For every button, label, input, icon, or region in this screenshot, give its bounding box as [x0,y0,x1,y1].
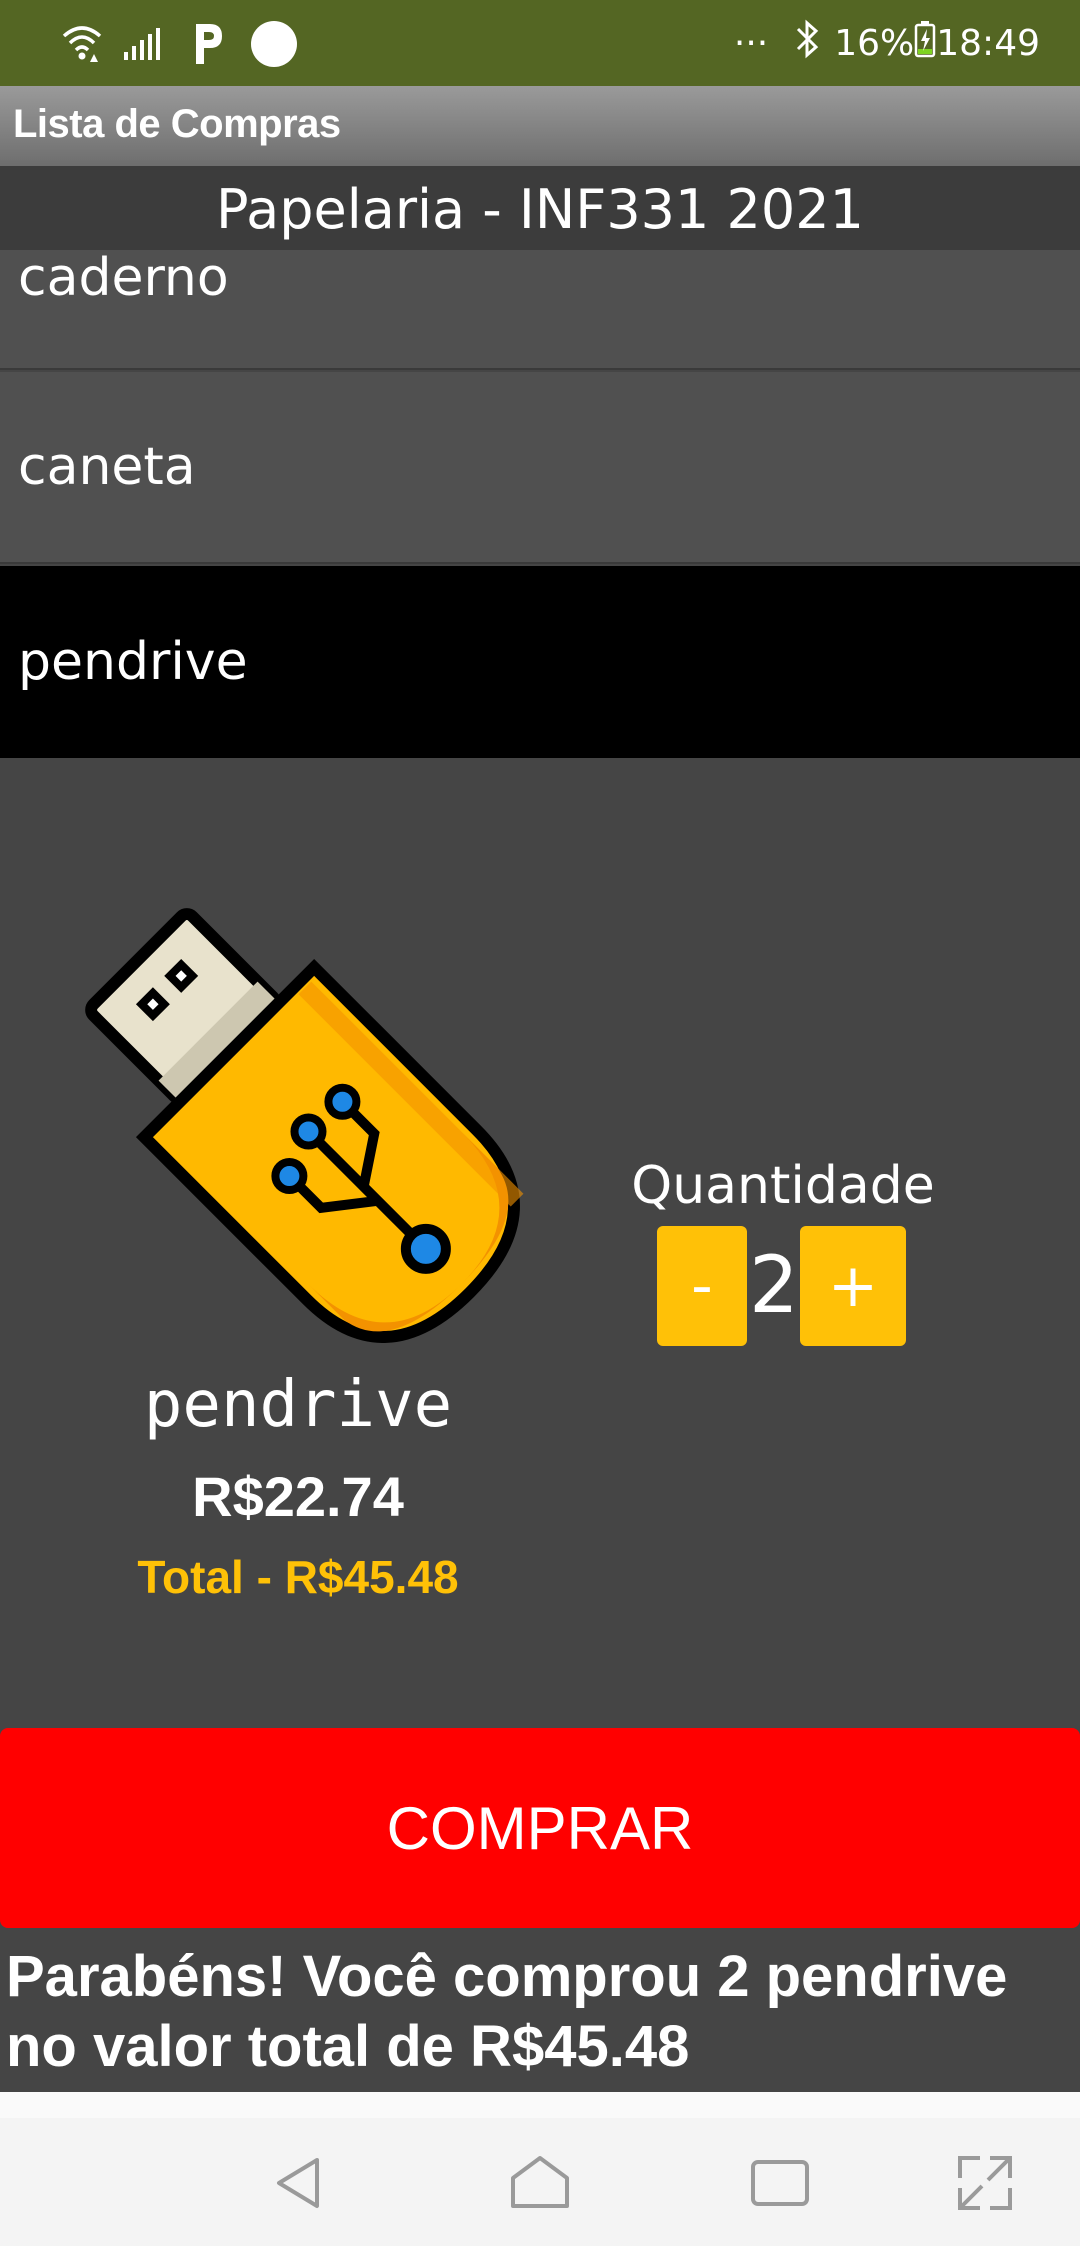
list-item-pendrive-selected[interactable]: pendrive [0,566,1080,758]
list-item-caneta[interactable]: caneta [0,372,1080,564]
home-icon[interactable] [505,2148,575,2218]
buy-button[interactable]: COMPRAR [0,1728,1080,1928]
battery-percent: 16% [834,22,915,64]
signal-icon [122,28,164,66]
app-bar: Lista de Compras [0,86,1080,166]
quantity-label: Quantidade [631,1156,935,1216]
store-title: Papelaria - INF331 2021 [216,178,864,241]
circle-notification-icon [250,20,298,72]
bluetooth-icon [794,19,820,68]
clock: 18:49 [936,22,1040,64]
decrease-quantity-button[interactable]: - [657,1226,747,1346]
battery-charging-icon [914,20,936,67]
back-icon[interactable] [265,2148,335,2218]
usb-pendrive-icon [50,873,550,1373]
list-item-label: pendrive [18,632,248,692]
recents-icon[interactable] [745,2148,815,2218]
divider [0,2092,1080,2118]
product-name: pendrive [143,1368,453,1442]
list-item-label: caderno [18,248,229,308]
confirmation-message: Parabéns! Você comprou 2 pendrive no val… [6,1944,1008,2079]
purchase-confirmation: Parabéns! Você comprou 2 pendrive no val… [0,1928,1080,2092]
quantity-value: 2 [749,1241,799,1331]
product-total: Total - R$45.48 [137,1551,459,1603]
store-title-bar: Papelaria - INF331 2021 [0,166,1080,250]
wifi-icon [60,22,104,68]
increase-quantity-button[interactable]: + [800,1226,906,1346]
product-detail-panel: pendrive R$22.74 Total - R$45.48 Quantid… [0,758,1080,1728]
status-bar: ··· 16% 18:49 [0,0,1080,86]
expand-icon[interactable] [950,2148,1020,2218]
list-item-caderno[interactable]: caderno [0,250,1080,370]
list-item-label: caneta [18,437,196,497]
product-price: R$22.74 [192,1465,404,1528]
p-notification-icon [190,20,226,70]
more-notifications-indicator: ··· [733,22,769,64]
system-navigation-bar [0,2118,1080,2246]
app-title: Lista de Compras [13,102,341,146]
